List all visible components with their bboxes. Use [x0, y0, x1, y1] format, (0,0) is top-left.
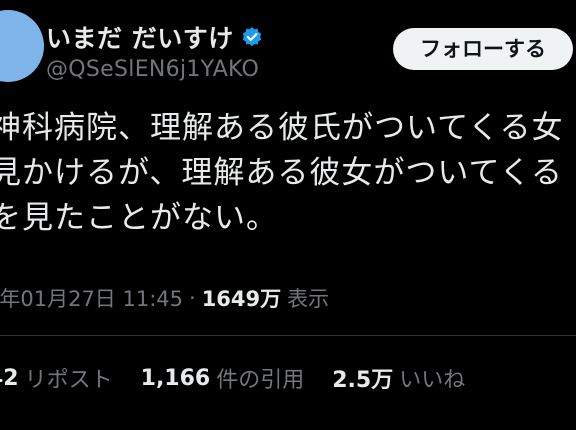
views-count: 1649万 [201, 287, 282, 311]
tweet-text-line: を見たことがない。 [0, 200, 278, 236]
author-handle[interactable]: @QSeSlEN6j1YAKO [46, 57, 263, 82]
avatar[interactable] [0, 10, 44, 82]
engagement-stats: 42 リポスト 1,166 件の引用 2.5万 いいね [0, 362, 493, 394]
tweet-meta: 6年01月27日 11:45 · 1649万 表示 [0, 283, 329, 313]
tweet-text: 神科病院、理解ある彼氏がついてくる女 見かけるが、理解ある彼女がついてくる を見… [0, 106, 576, 241]
quotes-count[interactable]: 1,166 [141, 366, 211, 391]
verified-badge-icon [242, 27, 261, 47]
views-label: 表示 [287, 287, 330, 311]
tweet-text-line: 見かけるが、理解ある彼女がついてくる [0, 155, 563, 191]
tweet-text-line: 神科病院、理解ある彼氏がついてくる女 [0, 110, 564, 146]
quotes-label[interactable]: 件の引用 [216, 362, 304, 394]
tweet-timestamp[interactable]: 6年01月27日 11:45 [0, 283, 183, 313]
likes-label[interactable]: いいね [399, 362, 465, 394]
divider [0, 335, 576, 336]
follow-button[interactable]: フォローする [393, 28, 573, 70]
author-display-name[interactable]: いまだ だいすけ [46, 19, 234, 55]
reposts-label[interactable]: リポスト [25, 362, 113, 394]
tweet-header: いまだ だいすけ @QSeSlEN6j1YAKO [46, 20, 263, 82]
meta-separator: · [189, 286, 196, 310]
reposts-count[interactable]: 42 [0, 366, 19, 391]
likes-count[interactable]: 2.5万 [332, 362, 393, 394]
name-row: いまだ だいすけ [46, 20, 263, 54]
